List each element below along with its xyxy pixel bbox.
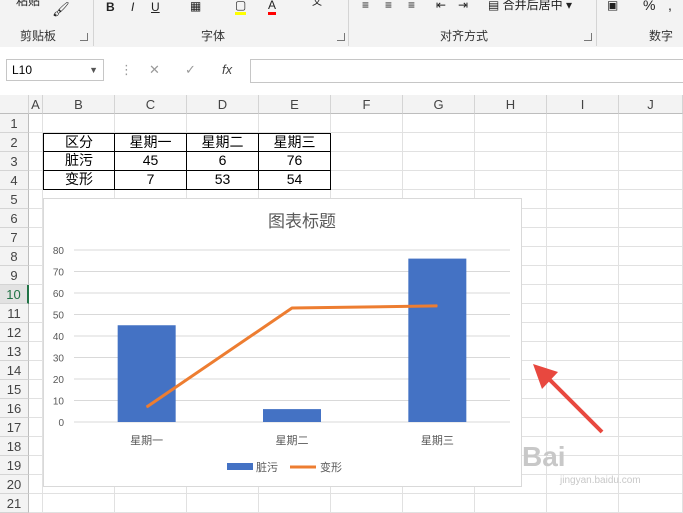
red-arrow-annotation <box>533 364 604 434</box>
watermark-brand: Bai <box>522 441 566 472</box>
watermark-site: jingyan.baidu.com <box>560 475 641 486</box>
